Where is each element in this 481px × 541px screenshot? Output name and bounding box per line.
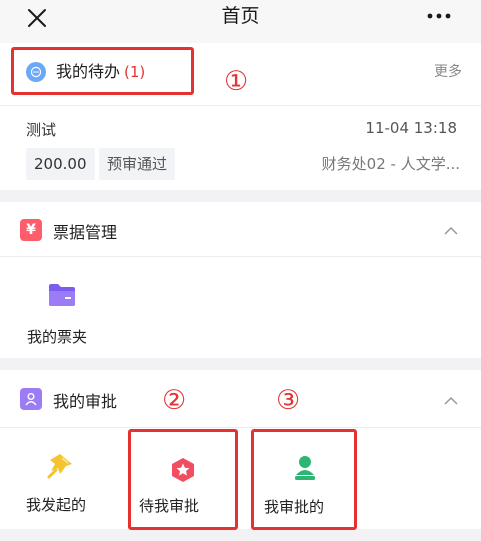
todo-item-status: 预审通过 [99, 148, 176, 180]
person-stamp-icon [295, 456, 315, 480]
divider [0, 256, 481, 257]
ticket-section: ¥ 票据管理 我的票夹 [0, 202, 481, 358]
tile-label: 我发起的 [26, 496, 87, 514]
todo-title: 我的待办 (1) [56, 61, 145, 83]
todo-item-amount: 200.00 [26, 148, 95, 180]
divider [0, 105, 481, 106]
todo-header-highlight[interactable]: 我的待办 (1) [11, 47, 194, 95]
tile-label: 我的票夹 [27, 328, 88, 346]
tile-approved-by-me[interactable]: 我审批的 [251, 429, 357, 530]
annotation-marker-3: ③ [276, 385, 301, 416]
tile-my-ticket-folder[interactable]: 我的票夹 [20, 276, 100, 348]
todo-item-name[interactable]: 测试 [26, 119, 56, 140]
ticket-section-title: 票据管理 [53, 223, 118, 242]
annotation-marker-2: ② [162, 385, 187, 416]
folder-icon [49, 284, 75, 306]
page-title: 首页 [221, 5, 260, 27]
approval-section-title: 我的审批 [53, 392, 118, 411]
tile-pending-my-approval[interactable]: 待我审批 [128, 429, 238, 530]
more-link[interactable]: 更多 [434, 61, 462, 81]
approval-section: 我的审批 ② ③ 我发起的 待我审批 我审批的 [0, 370, 481, 530]
pin-icon [47, 454, 72, 479]
tile-initiated-by-me[interactable]: 我发起的 [20, 443, 110, 523]
tile-label: 待我审批 [139, 497, 200, 515]
chevron-up-icon[interactable] [441, 221, 461, 241]
todo-item-time: 11-04 13:18 [365, 119, 457, 137]
approval-person-icon [20, 388, 42, 410]
divider [0, 427, 481, 428]
star-badge-icon [172, 458, 194, 482]
todo-count: (1) [124, 63, 146, 81]
nav-bar: 首页 [0, 0, 481, 43]
todo-title-text: 我的待办 [56, 62, 121, 81]
more-menu-button[interactable] [419, 2, 459, 30]
tile-label: 我审批的 [264, 498, 325, 516]
todo-item-department: 财务处02 - 人文学... [321, 155, 460, 173]
todo-icon [26, 62, 46, 82]
yen-icon: ¥ [20, 219, 42, 241]
more-dots-icon [427, 13, 451, 19]
annotation-marker-1: ① [224, 66, 249, 97]
chevron-up-icon[interactable] [441, 391, 461, 411]
todo-section: 我的待办 (1) ① 更多 测试 11-04 13:18 200.00 预审通过 … [0, 43, 481, 190]
